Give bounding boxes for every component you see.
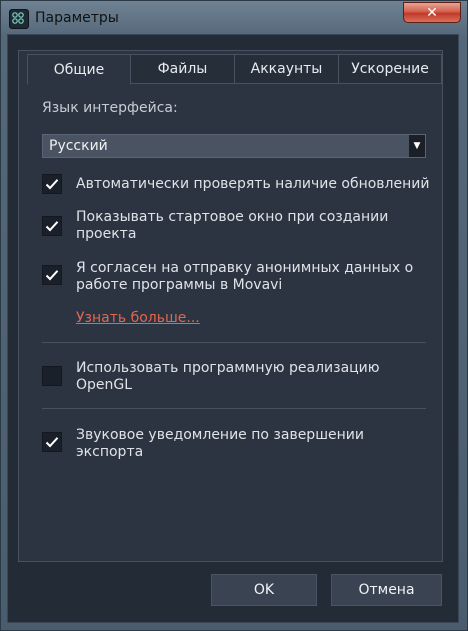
language-label: Язык интерфейса: xyxy=(42,100,178,116)
start-window-label: Показывать стартовое окно при создании п… xyxy=(76,209,389,242)
tab-label: Файлы xyxy=(157,61,208,77)
tab-files[interactable]: Файлы xyxy=(130,54,235,84)
opengl-label: Использовать программную реализацию Open… xyxy=(76,360,380,393)
app-icon xyxy=(9,9,29,29)
window-title: Параметры xyxy=(35,10,119,26)
tab-acceleration[interactable]: Ускорение xyxy=(338,54,442,84)
checkmark-icon xyxy=(45,179,59,190)
divider xyxy=(42,342,426,343)
sound-notification-label: Звуковое уведомление по завершении экспо… xyxy=(76,427,364,460)
checkmark-icon xyxy=(45,221,59,232)
sound-notification-checkbox[interactable] xyxy=(42,432,62,452)
opengl-checkbox[interactable] xyxy=(42,366,62,386)
auto-update-checkbox[interactable] xyxy=(42,174,62,194)
ok-button[interactable]: OK xyxy=(211,574,317,606)
language-dropdown[interactable]: Русский ▼ xyxy=(42,134,426,158)
checkmark-icon xyxy=(45,270,59,281)
cancel-button[interactable]: Отмена xyxy=(331,574,442,606)
tab-panel-general xyxy=(18,50,443,562)
anonymous-data-label: Я согласен на отправку анонимных данных … xyxy=(76,260,414,293)
title-bar[interactable]: Параметры ✕ xyxy=(1,1,467,35)
tab-label: Общие xyxy=(53,61,105,78)
language-value: Русский xyxy=(49,138,108,154)
dropdown-arrow-icon[interactable]: ▼ xyxy=(409,135,425,157)
close-icon: ✕ xyxy=(426,4,438,21)
close-button[interactable]: ✕ xyxy=(403,2,461,23)
tab-general[interactable]: Общие xyxy=(27,54,131,85)
learn-more-link[interactable]: Узнать больше... xyxy=(76,310,200,326)
tab-label: Аккаунты xyxy=(250,61,323,77)
start-window-checkbox[interactable] xyxy=(42,216,62,236)
checkmark-icon xyxy=(45,437,59,448)
tab-label: Ускорение xyxy=(351,61,429,77)
divider xyxy=(42,408,426,409)
anonymous-data-checkbox[interactable] xyxy=(42,265,62,285)
tab-accounts[interactable]: Аккаунты xyxy=(234,54,339,84)
auto-update-label: Автоматически проверять наличие обновлен… xyxy=(76,176,430,192)
